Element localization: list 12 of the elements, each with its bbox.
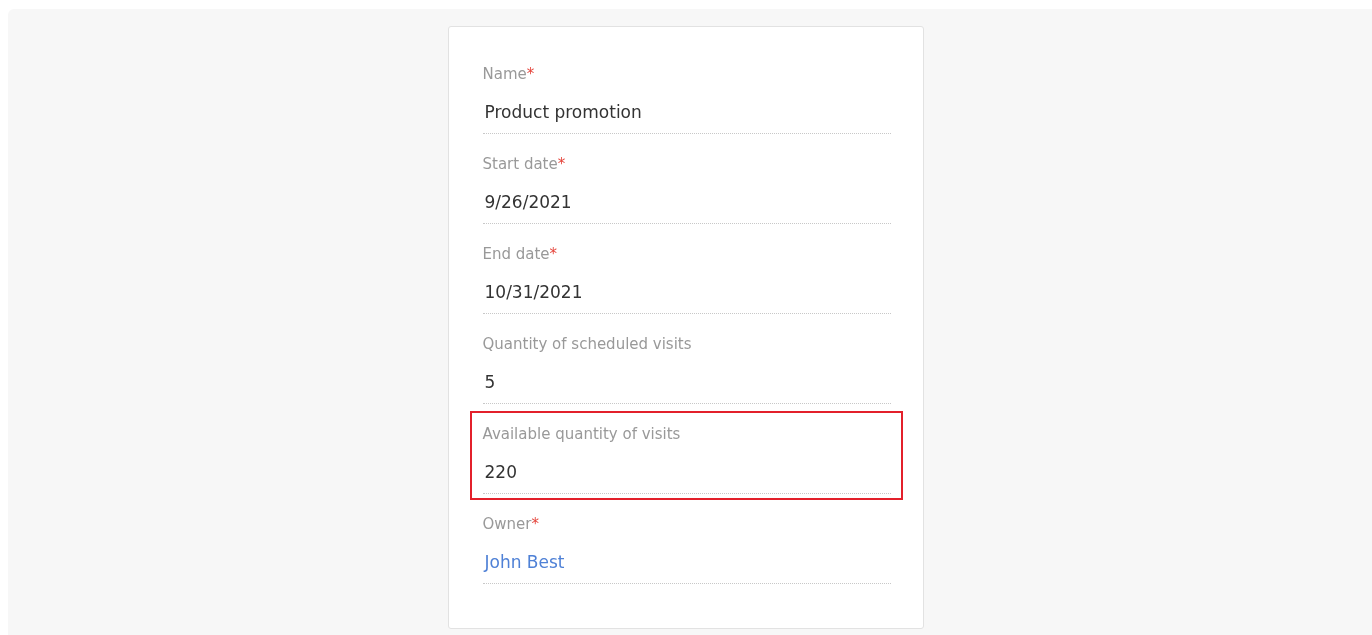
field-value[interactable]: 9/26/2021 [482, 189, 891, 224]
field-label: End date* [482, 244, 559, 265]
field-value[interactable]: 5 [482, 369, 891, 404]
field-value[interactable]: 220 [482, 459, 891, 494]
field-label: Quantity of scheduled visits [482, 334, 693, 355]
field-label: Name* [482, 64, 536, 85]
field-label: Start date* [482, 154, 567, 175]
link-value[interactable]: John Best [484, 552, 565, 572]
field-value[interactable]: 10/31/2021 [482, 279, 891, 314]
field-label: Owner* [482, 514, 540, 535]
field-label: Available quantity of visits [482, 424, 682, 445]
field-value[interactable]: Product promotion [482, 99, 891, 134]
